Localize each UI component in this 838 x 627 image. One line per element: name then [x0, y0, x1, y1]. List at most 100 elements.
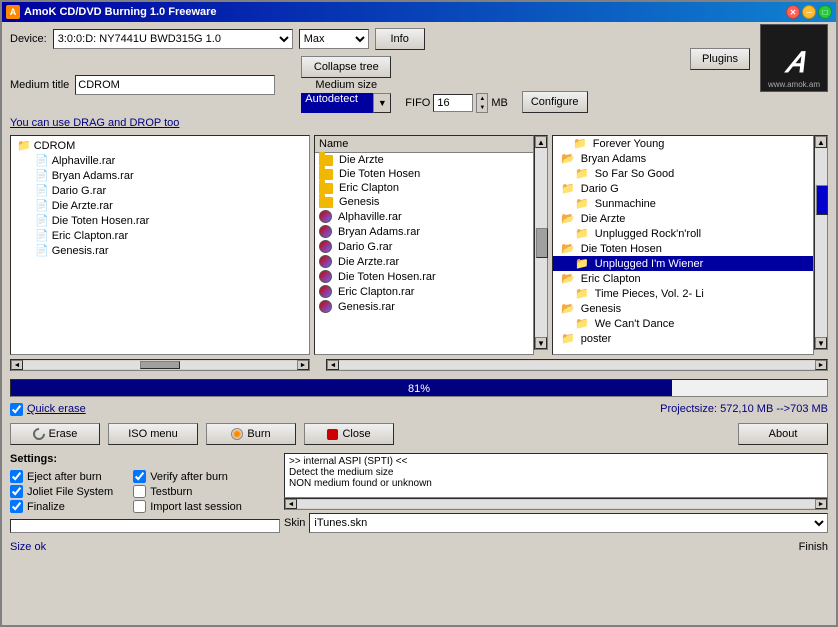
list-item[interactable]: 📄Genesis.rar: [33, 243, 305, 258]
log-panel[interactable]: >> internal ASPI (SPTI) << Detect the me…: [284, 453, 828, 498]
quick-erase-row: Quick erase: [10, 403, 86, 416]
fifo-value-display: 16: [433, 94, 473, 112]
list-item[interactable]: Genesis: [315, 195, 533, 209]
scroll-up-button[interactable]: ▲: [815, 136, 827, 148]
fifo-spinner[interactable]: ▲ ▼: [476, 93, 488, 113]
left-hscroll[interactable]: ◄ ►: [10, 359, 310, 371]
project-size: Projectsize: 572,10 MB -->703 MB: [660, 401, 828, 417]
scroll-up-button[interactable]: ▲: [535, 136, 547, 148]
settings-col-left: Eject after burn Joliet File System Fina…: [10, 468, 113, 515]
fifo-up-button[interactable]: ▲: [477, 94, 487, 103]
hscroll-left-button[interactable]: ◄: [11, 360, 23, 370]
list-item[interactable]: 📄Die Arzte.rar: [33, 198, 305, 213]
list-item[interactable]: Eric Clapton.rar: [315, 284, 533, 299]
list-item[interactable]: 📂 Genesis: [553, 301, 813, 316]
right-panel[interactable]: 📁 Forever Young 📂 Bryan Adams 📁 So Far S…: [552, 135, 814, 355]
finalize-checkbox[interactable]: [10, 500, 23, 513]
root-folder-icon: 📁: [17, 139, 31, 152]
log-hscroll[interactable]: ◄ ►: [284, 498, 828, 510]
list-item[interactable]: Eric Clapton: [315, 181, 533, 195]
small-progress-bar: [10, 519, 280, 533]
list-item[interactable]: 📂 Die Arzte: [553, 211, 813, 226]
speed-select[interactable]: Max: [299, 29, 369, 49]
list-item[interactable]: Die Arzte.rar: [315, 254, 533, 269]
autodetect-arrow[interactable]: ▼: [373, 93, 391, 113]
maximize-button[interactable]: □: [818, 5, 832, 19]
erase-button[interactable]: Erase: [10, 423, 100, 445]
list-item[interactable]: Die Arzte: [315, 153, 533, 167]
close-button[interactable]: Close: [304, 423, 394, 445]
device-select[interactable]: 3:0:0:D: NY7441U BWD315G 1.0: [53, 29, 293, 49]
list-item[interactable]: Die Toten Hosen: [315, 167, 533, 181]
log-hscroll-right[interactable]: ►: [815, 499, 827, 509]
burn-button[interactable]: Burn: [206, 423, 296, 445]
plugins-button[interactable]: Plugins: [690, 48, 750, 70]
list-item[interactable]: 📁 Sunmachine: [553, 196, 813, 211]
right-hscroll[interactable]: ◄ ►: [326, 359, 828, 371]
hscroll-right-button[interactable]: ►: [815, 360, 827, 370]
about-button[interactable]: About: [738, 423, 828, 445]
autodetect-input[interactable]: Autodetect: [301, 93, 373, 113]
progress-bar: 81%: [10, 379, 828, 397]
list-item[interactable]: 📁 Dario G: [553, 181, 813, 196]
eject-checkbox[interactable]: [10, 470, 23, 483]
list-item[interactable]: Dario G.rar: [315, 239, 533, 254]
testburn-checkbox[interactable]: [133, 485, 146, 498]
folder-icon: 📁: [575, 167, 589, 180]
close-window-button[interactable]: ✕: [786, 5, 800, 19]
list-item[interactable]: 📁 poster: [553, 331, 813, 346]
title-bar: A AmoK CD/DVD Burning 1.0 Freeware ✕ ─ □: [2, 2, 836, 22]
list-item[interactable]: Bryan Adams.rar: [315, 224, 533, 239]
tree-root-item[interactable]: 📁 CDROM: [15, 138, 305, 153]
disc-icon: [319, 270, 332, 283]
list-item[interactable]: Die Toten Hosen.rar: [315, 269, 533, 284]
verify-checkbox[interactable]: [133, 470, 146, 483]
list-item[interactable]: 📄Bryan Adams.rar: [33, 168, 305, 183]
list-item[interactable]: 📁 Unplugged I'm Wiener: [553, 256, 813, 271]
skin-select[interactable]: iTunes.skn: [309, 513, 828, 533]
list-item[interactable]: 📂 Eric Clapton: [553, 271, 813, 286]
disc-icon: [319, 300, 332, 313]
disc-icon: [319, 240, 332, 253]
status-bar: Size ok Finish: [10, 541, 828, 553]
file-tree-panel[interactable]: 📁 CDROM 📄Alphaville.rar 📄Bryan Adams.rar…: [10, 135, 310, 355]
list-item[interactable]: 📁 We Can't Dance: [553, 316, 813, 331]
list-item[interactable]: Genesis.rar: [315, 299, 533, 314]
medium-title-input[interactable]: CDROM: [75, 75, 275, 95]
scroll-thumb[interactable]: [536, 228, 548, 258]
list-item[interactable]: 📂 Die Toten Hosen: [553, 241, 813, 256]
list-item[interactable]: 📁 Forever Young: [553, 136, 813, 151]
list-item[interactable]: 📁 So Far So Good: [553, 166, 813, 181]
file-list-panel[interactable]: Name Die Arzte Die Toten Hosen Eric Clap…: [314, 135, 534, 355]
list-item[interactable]: Alphaville.rar: [315, 209, 533, 224]
list-item[interactable]: 📄Alphaville.rar: [33, 153, 305, 168]
list-item[interactable]: 📄Dario G.rar: [33, 183, 305, 198]
info-button[interactable]: Info: [375, 28, 425, 50]
list-item[interactable]: 📄Eric Clapton.rar: [33, 228, 305, 243]
file-icon: 📄: [35, 154, 49, 167]
right-scrollbar[interactable]: ▲ ▼: [814, 135, 828, 350]
fifo-down-button[interactable]: ▼: [477, 103, 487, 112]
list-item[interactable]: 📄Die Toten Hosen.rar: [33, 213, 305, 228]
iso-menu-button[interactable]: ISO menu: [108, 423, 198, 445]
hscroll-thumb[interactable]: [140, 361, 180, 369]
mid-scrollbar[interactable]: ▲ ▼: [534, 135, 548, 350]
list-item[interactable]: 📁 Unplugged Rock'n'roll: [553, 226, 813, 241]
quick-erase-checkbox[interactable]: [10, 403, 23, 416]
log-hscroll-left[interactable]: ◄: [285, 499, 297, 509]
joliet-checkbox[interactable]: [10, 485, 23, 498]
hscroll-left-button[interactable]: ◄: [327, 360, 339, 370]
minimize-button[interactable]: ─: [802, 5, 816, 19]
hscroll-right-button[interactable]: ►: [297, 360, 309, 370]
import-checkbox[interactable]: [133, 500, 146, 513]
size-ok-label: Size ok: [10, 541, 46, 553]
quick-erase-link[interactable]: Quick erase: [27, 403, 86, 415]
list-item[interactable]: 📁 Time Pieces, Vol. 2- Li: [553, 286, 813, 301]
list-item[interactable]: 📂 Bryan Adams: [553, 151, 813, 166]
scroll-down-button[interactable]: ▼: [815, 337, 827, 349]
scroll-down-button[interactable]: ▼: [535, 337, 547, 349]
settings-label: Settings:: [10, 453, 280, 465]
collapse-tree-button[interactable]: Collapse tree: [301, 56, 391, 78]
configure-button[interactable]: Configure: [522, 91, 588, 113]
scroll-thumb[interactable]: [816, 185, 828, 215]
